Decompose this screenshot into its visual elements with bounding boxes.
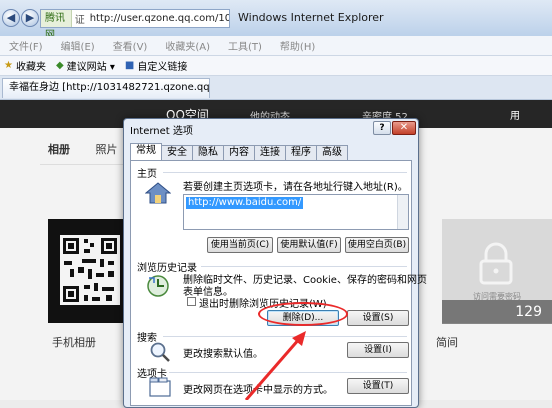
red-arrow-icon [244,331,306,400]
tab-general[interactable]: 常规 [130,143,162,160]
